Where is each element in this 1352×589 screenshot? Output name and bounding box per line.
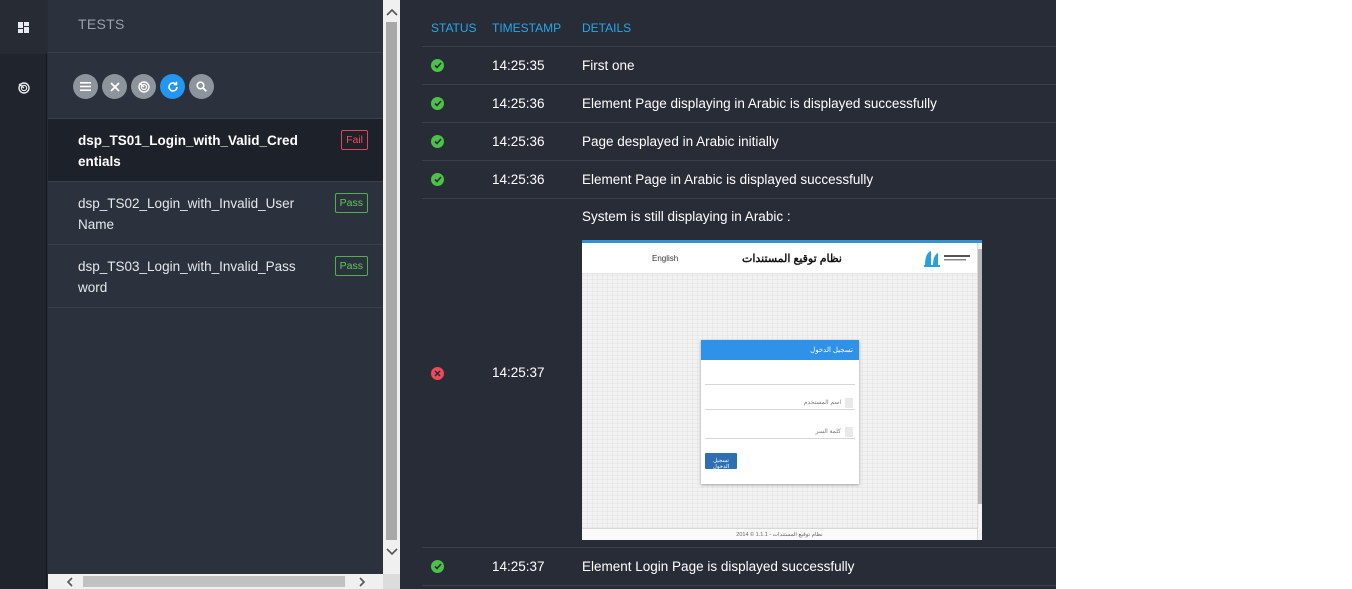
- pass-icon: [431, 97, 444, 111]
- list-icon: [80, 82, 91, 91]
- log-details: First one: [573, 46, 1056, 85]
- speed-gauge-icon: [17, 82, 30, 94]
- log-row: 14:25:36 Page desplayed in Arabic initia…: [422, 122, 1056, 161]
- screenshot-language-link: English: [652, 253, 679, 263]
- pass-icon: [431, 560, 444, 574]
- scroll-left-button[interactable]: [62, 574, 77, 589]
- screenshot-scrollbar: [977, 242, 982, 540]
- filter-all-button[interactable]: [73, 74, 98, 99]
- test-name: dsp_TS01_Login_with_Valid_Credentials: [78, 133, 298, 169]
- search-icon: [196, 81, 207, 92]
- tests-vertical-scrollbar[interactable]: [383, 0, 400, 574]
- report-app: TESTS dsp_TS01_Login_with_Valid_Credenti…: [0, 0, 1056, 589]
- scroll-corner: [383, 574, 400, 589]
- company-logo: [924, 250, 970, 267]
- chevron-left-icon: [66, 576, 73, 587]
- fail-icon: [431, 366, 444, 380]
- tests-title: TESTS: [78, 16, 125, 32]
- screenshot-username-field: اسم المستخدم: [705, 396, 855, 410]
- scroll-thumb[interactable]: [386, 22, 397, 540]
- user-icon: [845, 397, 853, 408]
- log-timestamp: 14:25:37: [483, 547, 573, 586]
- log-row: 14:25:36 Element Page in Arabic is displ…: [422, 160, 1056, 199]
- chevron-right-icon: [358, 576, 365, 587]
- log-timestamp: 14:25:37: [483, 198, 573, 548]
- log-details: Element Login Page is displayed successf…: [573, 547, 1056, 586]
- pass-icon: [431, 59, 444, 73]
- test-details-panel: STATUS TIMESTAMP DETAILS 14:25:35 First …: [422, 10, 1056, 586]
- log-details: Element Page in Arabic is displayed succ…: [573, 160, 1056, 199]
- log-timestamp: 14:25:36: [483, 122, 573, 161]
- status-badge: Pass: [334, 193, 368, 213]
- details-column-header: DETAILS: [573, 10, 1056, 47]
- log-timestamp: 14:25:35: [483, 46, 573, 85]
- scroll-right-button[interactable]: [354, 574, 369, 589]
- log-row: 14:25:35 First one: [422, 46, 1056, 85]
- screenshot-password-field: كلمة السر: [705, 425, 855, 439]
- screenshot-username-placeholder: اسم المستخدم: [803, 399, 841, 406]
- tests-toolbar: [48, 53, 383, 119]
- test-item[interactable]: dsp_TS02_Login_with_Invalid_UserName Pas…: [48, 182, 383, 245]
- close-icon: [109, 81, 120, 92]
- status-badge: Fail: [341, 130, 368, 150]
- screenshot-card-title: تسجيل الدخول: [701, 339, 859, 360]
- dashboard-grid-icon: [18, 21, 29, 33]
- test-item[interactable]: dsp_TS03_Login_with_Invalid_Password Pas…: [48, 245, 383, 308]
- log-row: 14:25:36 Element Page displaying in Arab…: [422, 84, 1056, 123]
- nav-rail: [0, 0, 47, 589]
- screenshot-header: English نظام توقيع المستندات: [582, 242, 982, 274]
- test-item[interactable]: dsp_TS01_Login_with_Valid_Credentials Fa…: [48, 119, 383, 182]
- test-name: dsp_TS03_Login_with_Invalid_Password: [78, 259, 296, 295]
- tests-horizontal-scrollbar[interactable]: [48, 574, 383, 589]
- dashboard-button[interactable]: [131, 74, 156, 99]
- screenshot-title: نظام توقيع المستندات: [742, 252, 842, 265]
- scroll-down-button[interactable]: [383, 543, 400, 560]
- log-details: Page desplayed in Arabic initially: [573, 122, 1056, 161]
- search-button[interactable]: [189, 74, 214, 99]
- chevron-down-icon: [385, 547, 398, 555]
- rail-item-dashboard[interactable]: [0, 61, 47, 115]
- log-table: STATUS TIMESTAMP DETAILS 14:25:35 First …: [422, 10, 1056, 586]
- filter-fail-button[interactable]: [102, 74, 127, 99]
- scroll-thumb[interactable]: [83, 576, 345, 587]
- dashboard-icon: [137, 80, 150, 93]
- pass-icon: [431, 173, 444, 187]
- log-row: 14:25:37 System is still displaying in A…: [422, 198, 1056, 548]
- pass-icon: [431, 135, 444, 149]
- tests-panel: TESTS dsp_TS01_Login_with_Valid_Credenti…: [48, 0, 383, 574]
- tests-header: TESTS: [48, 0, 383, 53]
- screenshot-footer: 2014 © نظام توقيع المستندات - 1.1.1: [582, 527, 977, 540]
- scroll-up-button[interactable]: [383, 3, 400, 20]
- screenshot-login-button: تسجيل الدخول: [705, 452, 737, 470]
- lock-icon: [845, 426, 853, 437]
- log-row: 14:25:37 Element Login Page is displayed…: [422, 547, 1056, 586]
- failure-screenshot[interactable]: English نظام توقيع المستندات تسجيل الدخو…: [582, 239, 982, 540]
- log-details: System is still displaying in Arabic :: [582, 208, 791, 224]
- log-details: Element Page displaying in Arabic is dis…: [573, 84, 1056, 123]
- chevron-up-icon: [385, 8, 398, 16]
- status-badge: Pass: [334, 256, 368, 276]
- log-timestamp: 14:25:36: [483, 160, 573, 199]
- log-header-row: STATUS TIMESTAMP DETAILS: [422, 10, 1056, 47]
- test-name: dsp_TS02_Login_with_Invalid_UserName: [78, 196, 295, 232]
- rail-item-tests[interactable]: [0, 0, 47, 54]
- log-timestamp: 14:25:36: [483, 84, 573, 123]
- refresh-button[interactable]: [160, 74, 185, 99]
- screenshot-empty-field: [705, 371, 855, 385]
- screenshot-password-placeholder: كلمة السر: [815, 428, 841, 435]
- timestamp-column-header: TIMESTAMP: [483, 10, 573, 47]
- refresh-icon: [167, 81, 178, 92]
- screenshot-login-card: تسجيل الدخول اسم المستخدم كلمة السر تسجي…: [701, 339, 859, 484]
- status-column-header: STATUS: [422, 10, 483, 47]
